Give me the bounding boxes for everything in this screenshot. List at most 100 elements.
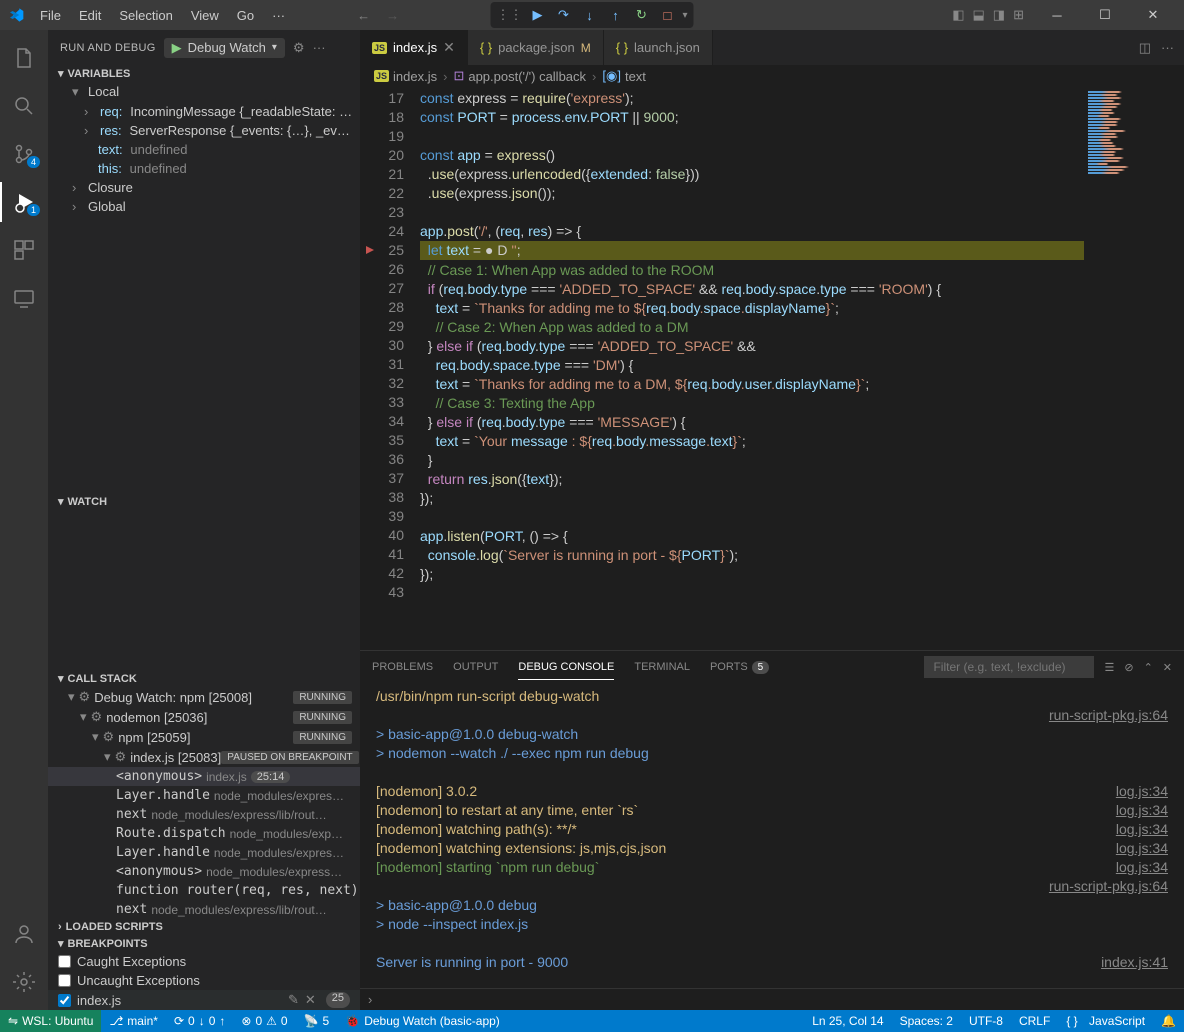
stack-frame[interactable]: <anonymous>node_modules/express… (48, 862, 360, 881)
status-problems[interactable]: ⊗0 ⚠0 (233, 1014, 295, 1028)
scope-local[interactable]: ▾Local (48, 82, 360, 102)
close-tab-icon[interactable]: ✕ (443, 39, 455, 56)
restart-icon[interactable]: ↻ (630, 4, 652, 26)
stack-frame[interactable]: function router(req, res, next) {.pr… (48, 881, 360, 900)
breadcrumb[interactable]: JSindex.js › ⊡app.post('/') callback › [… (360, 65, 1184, 87)
variables-section[interactable]: ▾VARIABLES (48, 65, 360, 82)
console-prompt-icon[interactable]: › (368, 992, 372, 1007)
more-icon[interactable]: ··· (1161, 40, 1174, 55)
callstack-session[interactable]: ▾⚙nodemon [25036]RUNNING (48, 707, 360, 727)
edit-icon[interactable]: ✎ (288, 992, 299, 1008)
console-source-link[interactable]: log.js:34 (1116, 858, 1168, 877)
search-icon[interactable] (0, 86, 48, 126)
status-spaces[interactable]: Spaces: 2 (892, 1014, 961, 1028)
filter-settings-icon[interactable]: ☰ (1104, 661, 1114, 674)
status-branch[interactable]: ⎇main* (101, 1014, 166, 1028)
step-into-icon[interactable]: ↓ (578, 4, 600, 26)
callstack-session[interactable]: ▾⚙index.js [25083]PAUSED ON BREAKPOINT (48, 747, 360, 767)
continue-icon[interactable]: ▶ (526, 4, 548, 26)
run-debug-icon[interactable]: 1 (0, 182, 48, 222)
layout-panel-icon[interactable]: ⬓ (973, 7, 985, 23)
tab-terminal[interactable]: TERMINAL (634, 655, 690, 679)
chevron-down-icon[interactable]: ▾ (682, 10, 687, 21)
status-language[interactable]: { } JavaScript (1058, 1014, 1153, 1028)
menu-file[interactable]: File (32, 4, 69, 27)
gear-icon[interactable]: ⚙ (293, 40, 305, 56)
watch-section[interactable]: ▾WATCH (48, 493, 360, 510)
split-icon[interactable]: ◫ (1139, 40, 1151, 56)
stack-frame[interactable]: nextnode_modules/express/lib/rout… (48, 805, 360, 824)
bp-indexjs[interactable]: index.js✎✕25 (48, 990, 360, 1010)
more-icon[interactable]: ··· (313, 40, 326, 55)
console-source-link[interactable]: log.js:34 (1116, 782, 1168, 801)
explorer-icon[interactable] (0, 38, 48, 78)
menu-view[interactable]: View (183, 4, 227, 27)
stack-frame[interactable]: Route.dispatchnode_modules/exp… (48, 824, 360, 843)
var-res[interactable]: ›res: ServerResponse {_events: {…}, _ev… (48, 121, 360, 140)
step-over-icon[interactable]: ↷ (552, 4, 574, 26)
breakpoints-section[interactable]: ▾BREAKPOINTS (48, 935, 360, 952)
accounts-icon[interactable] (0, 914, 48, 954)
maximize-icon[interactable]: ☐ (1082, 0, 1128, 30)
nav-back-icon[interactable]: ← (357, 8, 370, 23)
status-remote[interactable]: ⇋WSL: Ubuntu (0, 1010, 101, 1032)
close-icon[interactable]: ✕ (1130, 0, 1176, 30)
menu-go[interactable]: Go (229, 4, 262, 27)
console-source-link[interactable]: log.js:34 (1116, 801, 1168, 820)
minimap[interactable] (1084, 87, 1184, 650)
editor-tab[interactable]: JSindex.js✕ (360, 30, 468, 65)
remove-icon[interactable]: ✕ (305, 992, 316, 1008)
close-panel-icon[interactable]: ✕ (1163, 661, 1172, 674)
console-source-link[interactable]: run-script-pkg.js:64 (1049, 706, 1168, 725)
stack-frame[interactable]: nextnode_modules/express/lib/rout… (48, 900, 360, 919)
tab-problems[interactable]: PROBLEMS (372, 655, 433, 679)
stop-icon[interactable]: □ (656, 4, 678, 26)
console-source-link[interactable]: log.js:34 (1116, 820, 1168, 839)
remote-explorer-icon[interactable] (0, 278, 48, 318)
layout-secondary-icon[interactable]: ◨ (993, 7, 1005, 23)
menu-edit[interactable]: Edit (71, 4, 109, 27)
bp-caught[interactable]: Caught Exceptions (48, 952, 360, 971)
settings-icon[interactable] (0, 962, 48, 1002)
breakpoint-indicator-icon[interactable] (364, 244, 374, 254)
drag-handle-icon[interactable]: ⋮⋮ (496, 7, 522, 23)
bp-uncaught[interactable]: Uncaught Exceptions (48, 971, 360, 990)
editor-tab[interactable]: { }package.jsonM (468, 30, 604, 65)
clear-icon[interactable]: ⊘ (1124, 661, 1133, 674)
stack-frame[interactable]: <anonymous>index.js25:14 (48, 767, 360, 786)
source-control-icon[interactable]: 4 (0, 134, 48, 174)
loaded-scripts-section[interactable]: ›LOADED SCRIPTS (48, 919, 360, 935)
layout-customize-icon[interactable]: ⊞ (1013, 7, 1024, 23)
console-source-link[interactable]: index.js:41 (1101, 953, 1168, 972)
status-encoding[interactable]: UTF-8 (961, 1014, 1011, 1028)
callstack-section[interactable]: ▾CALL STACK (48, 670, 360, 687)
step-out-icon[interactable]: ↑ (604, 4, 626, 26)
stack-frame[interactable]: Layer.handlenode_modules/expres… (48, 843, 360, 862)
editor-tab[interactable]: { }launch.json (604, 30, 713, 65)
console-source-link[interactable]: log.js:34 (1116, 839, 1168, 858)
maximize-panel-icon[interactable]: ⌃ (1144, 661, 1153, 674)
debug-config-select[interactable]: ▶ Debug Watch ▾ (164, 38, 285, 58)
status-ports[interactable]: 📡5 (296, 1014, 338, 1028)
menu-more[interactable]: ··· (264, 4, 293, 27)
console-source-link[interactable]: run-script-pkg.js:64 (1049, 877, 1168, 896)
tab-debug-console[interactable]: DEBUG CONSOLE (518, 655, 614, 680)
tab-ports[interactable]: PORTS5 (710, 655, 769, 679)
status-eol[interactable]: CRLF (1011, 1014, 1058, 1028)
status-sync[interactable]: ⟳0↓ 0↑ (166, 1014, 233, 1028)
minimize-icon[interactable]: ─ (1034, 0, 1080, 30)
status-debug[interactable]: 🐞Debug Watch (basic-app) (337, 1014, 508, 1028)
menu-selection[interactable]: Selection (111, 4, 180, 27)
scope-global[interactable]: ›Global (48, 197, 360, 216)
stack-frame[interactable]: Layer.handlenode_modules/expres… (48, 786, 360, 805)
scope-closure[interactable]: ›Closure (48, 178, 360, 197)
nav-fwd-icon[interactable]: → (386, 8, 399, 23)
tab-output[interactable]: OUTPUT (453, 655, 498, 679)
status-position[interactable]: Ln 25, Col 14 (804, 1014, 891, 1028)
layout-primary-icon[interactable]: ◧ (952, 7, 964, 23)
callstack-session[interactable]: ▾⚙Debug Watch: npm [25008]RUNNING (48, 687, 360, 707)
extensions-icon[interactable] (0, 230, 48, 270)
var-req[interactable]: ›req: IncomingMessage {_readableState: … (48, 102, 360, 121)
callstack-session[interactable]: ▾⚙npm [25059]RUNNING (48, 727, 360, 747)
console-filter-input[interactable] (924, 656, 1094, 678)
